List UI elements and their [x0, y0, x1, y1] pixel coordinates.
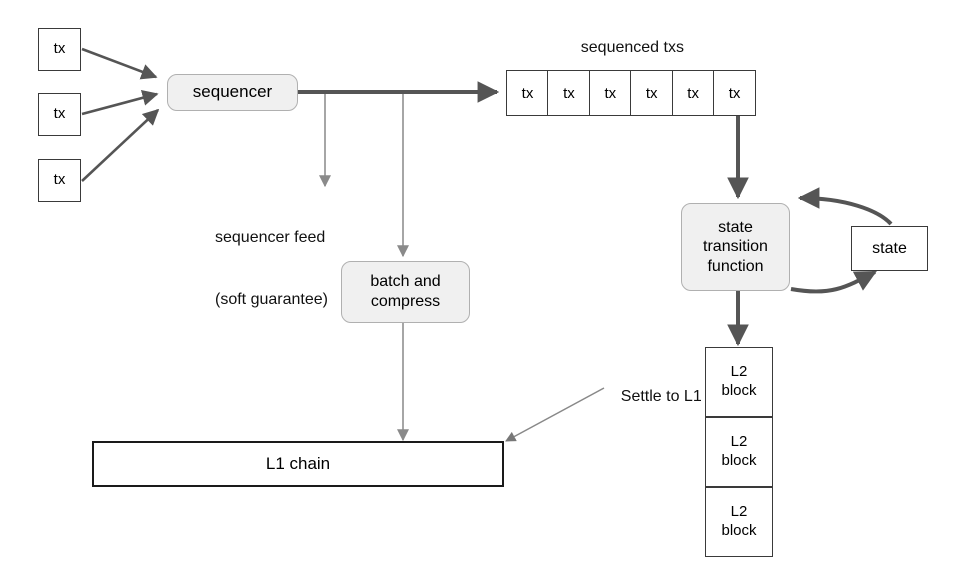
incoming-tx-label: tx: [53, 40, 66, 58]
sequenced-tx-cell[interactable]: tx: [588, 70, 632, 116]
arrow-tx2-to-sequencer: [81, 89, 159, 116]
incoming-tx-box-3[interactable]: tx: [38, 159, 81, 202]
diagram-canvas: tx tx tx sequencer sequenced txs tx tx t…: [0, 0, 976, 567]
sequenced-tx-cell[interactable]: tx: [713, 70, 757, 116]
l1-chain-label: L1 chain: [265, 453, 331, 473]
sequenced-tx-cell[interactable]: tx: [630, 70, 674, 116]
sequencer-feed-caption: sequencer feed (soft guarantee): [215, 186, 328, 352]
incoming-tx-label: tx: [53, 105, 66, 123]
sequenced-tx-label: tx: [521, 84, 534, 102]
incoming-tx-box-2[interactable]: tx: [38, 93, 81, 136]
sequenced-tx-cell[interactable]: tx: [547, 70, 591, 116]
state-node[interactable]: state: [851, 226, 928, 271]
sequenced-txs-row: tx tx tx tx tx tx: [506, 70, 757, 116]
batch-and-compress-line-1: batch and: [370, 273, 441, 291]
arrow-state-to-stf: [797, 187, 893, 226]
settle-to-l1-label: Settle to L1: [603, 366, 702, 428]
state-label: state: [872, 239, 907, 257]
arrow-stf-to-state: [790, 270, 877, 294]
l2-block[interactable]: L2 block: [705, 487, 773, 557]
batch-and-compress-line-2: compress: [370, 293, 441, 310]
batch-and-compress-node[interactable]: batch and compress: [341, 261, 470, 323]
l2-block-column: L2 block L2 block L2 block: [705, 347, 773, 557]
l2-block-line-2: block: [721, 382, 757, 399]
sequenced-tx-label: tx: [687, 84, 699, 102]
sequenced-txs-caption-text: sequenced txs: [580, 38, 684, 56]
sequencer-label: sequencer: [192, 82, 273, 102]
l2-block-line-1: L2: [730, 433, 748, 451]
sequenced-tx-label: tx: [604, 84, 617, 102]
stf-line-1: state: [718, 218, 753, 236]
sequencer-feed-line-1: sequencer feed: [215, 228, 326, 246]
l2-block[interactable]: L2 block: [705, 417, 773, 487]
arrow-tx1-to-sequencer: [81, 47, 158, 80]
l2-block-line-1: L2: [730, 363, 748, 381]
stf-line-3: function: [707, 257, 764, 275]
sequencer-feed-line-2: (soft guarantee): [215, 290, 328, 308]
stf-line-2: transition: [703, 238, 768, 256]
sequenced-tx-label: tx: [728, 84, 741, 102]
state-transition-function-node[interactable]: state transition function: [681, 203, 790, 291]
arrow-settle-to-l1: [505, 387, 605, 442]
l2-block[interactable]: L2 block: [705, 347, 773, 417]
l2-block-line-2: block: [721, 452, 757, 469]
sequenced-tx-label: tx: [563, 84, 575, 102]
settle-to-l1-text: Settle to L1: [620, 387, 702, 405]
sequenced-tx-cell[interactable]: tx: [671, 70, 715, 116]
l1-chain-node[interactable]: L1 chain: [92, 441, 504, 487]
incoming-tx-box-1[interactable]: tx: [38, 28, 81, 71]
sequencer-node[interactable]: sequencer: [167, 74, 298, 111]
l2-block-line-2: block: [721, 522, 757, 539]
l2-block-line-1: L2: [730, 503, 748, 521]
sequenced-tx-cell[interactable]: tx: [506, 70, 549, 116]
arrow-tx3-to-sequencer: [81, 108, 160, 182]
incoming-tx-label: tx: [53, 171, 66, 189]
sequenced-tx-label: tx: [645, 84, 658, 102]
